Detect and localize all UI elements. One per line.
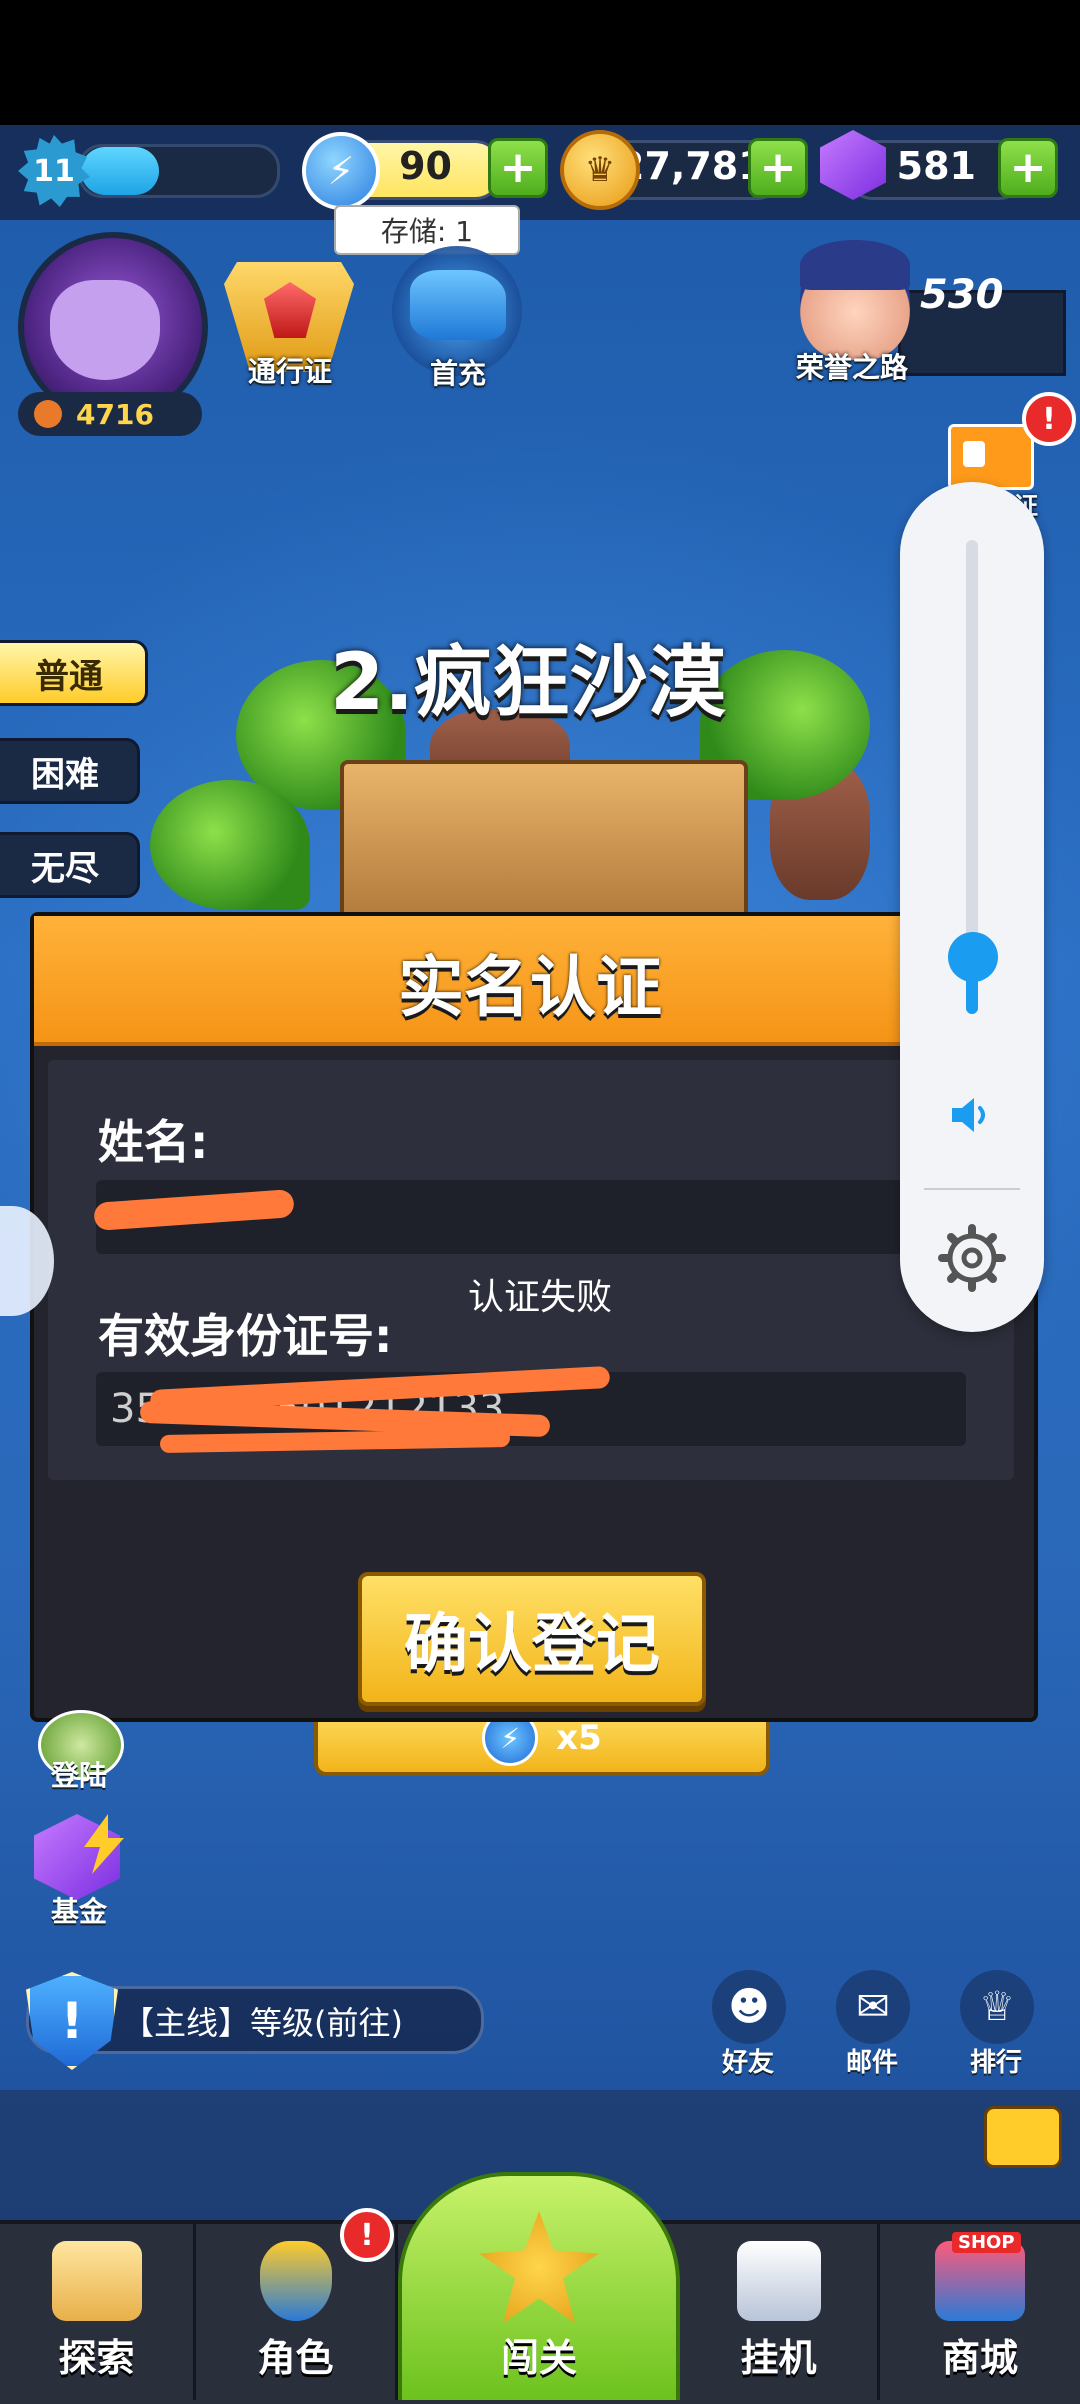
nav-idle[interactable]: 挂机: [680, 2222, 880, 2400]
ranking-icon[interactable]: ♕: [960, 1970, 1034, 2044]
friends-icon[interactable]: ☻: [712, 1970, 786, 2044]
honor-value: 530: [920, 272, 1004, 318]
shop-icon: [935, 2241, 1025, 2321]
alert-badge: !: [340, 2208, 394, 2262]
tab-normal[interactable]: 普通: [0, 640, 148, 706]
name-label: 姓名:: [98, 1115, 209, 1169]
energy-cost: x5: [556, 1718, 602, 1758]
gem-value: 581: [896, 144, 976, 188]
nav-character-label: 角色: [257, 2336, 334, 2380]
dialog-title: 实名认证: [398, 949, 662, 1026]
alert-badge: !: [1022, 392, 1076, 446]
mail-label: 邮件: [845, 2048, 898, 2078]
shop-tag: SHOP: [952, 2232, 1021, 2253]
mech-shark-icon: [410, 270, 506, 340]
stage-title: 2.疯狂沙漠: [330, 638, 726, 728]
volume-divider: [924, 1188, 1020, 1190]
fund-label: 基金: [50, 1895, 107, 1928]
map-icon: [51, 2241, 142, 2321]
energy-value: 90: [399, 144, 452, 188]
xp-bar: [78, 144, 280, 198]
quest-text[interactable]: 【主线】等级(前往): [122, 1998, 403, 2044]
desert-ruins[interactable]: [340, 760, 748, 928]
nav-stage[interactable]: 闯关: [398, 2172, 680, 2400]
gamepad-icon: [736, 2241, 821, 2321]
tab-endless[interactable]: 无尽: [0, 832, 140, 898]
confirm-register-button[interactable]: 确认登记: [358, 1572, 706, 1706]
avatar-face: [50, 280, 160, 380]
ranking-label: 排行: [969, 2048, 1022, 2078]
tab-hard[interactable]: 困难: [0, 738, 140, 804]
lightning-icon: ⚡: [302, 132, 380, 210]
id-number-label: 有效身份证号:: [98, 1309, 393, 1363]
power-display: 4716: [18, 392, 202, 436]
login-label: 登陆: [50, 1759, 107, 1792]
add-coins-button[interactable]: +: [748, 138, 808, 198]
nav-idle-label: 挂机: [740, 2336, 817, 2380]
toast-message: 认证失败: [467, 1277, 612, 1318]
first-recharge-label: 首充: [429, 357, 486, 390]
power-value: 4716: [76, 397, 154, 431]
status-bar: [0, 0, 1080, 125]
nav-shop-label: 商城: [941, 2336, 1018, 2380]
shield-icon: [259, 2241, 332, 2321]
mail-icon[interactable]: ✉: [836, 1970, 910, 2044]
nav-explore-label: 探索: [58, 2336, 135, 2380]
nav-explore[interactable]: 探索: [0, 2222, 196, 2400]
nav-stage-label: 闯关: [500, 2336, 577, 2380]
speaker-icon[interactable]: [946, 1090, 996, 1140]
id-card-icon[interactable]: [948, 424, 1034, 490]
palm-tree: [150, 780, 310, 910]
gear-icon[interactable]: [938, 1224, 1006, 1292]
boot-icon: [34, 400, 62, 428]
honor-road-label: 荣誉之路: [795, 351, 908, 384]
add-energy-button[interactable]: +: [488, 138, 548, 198]
star-icon: [479, 2211, 599, 2323]
chat-icon[interactable]: [984, 2106, 1062, 2168]
cap-icon: [800, 240, 910, 290]
friends-label: 好友: [721, 2048, 774, 2078]
battle-pass-label: 通行证: [247, 355, 332, 388]
crown-coin-icon: ♛: [560, 130, 640, 210]
volume-slider-thumb[interactable]: [948, 932, 998, 982]
energy-storage-tooltip: 存储: 1: [334, 205, 520, 255]
xp-bar-fill: [81, 147, 160, 195]
add-gems-button[interactable]: +: [998, 138, 1058, 198]
